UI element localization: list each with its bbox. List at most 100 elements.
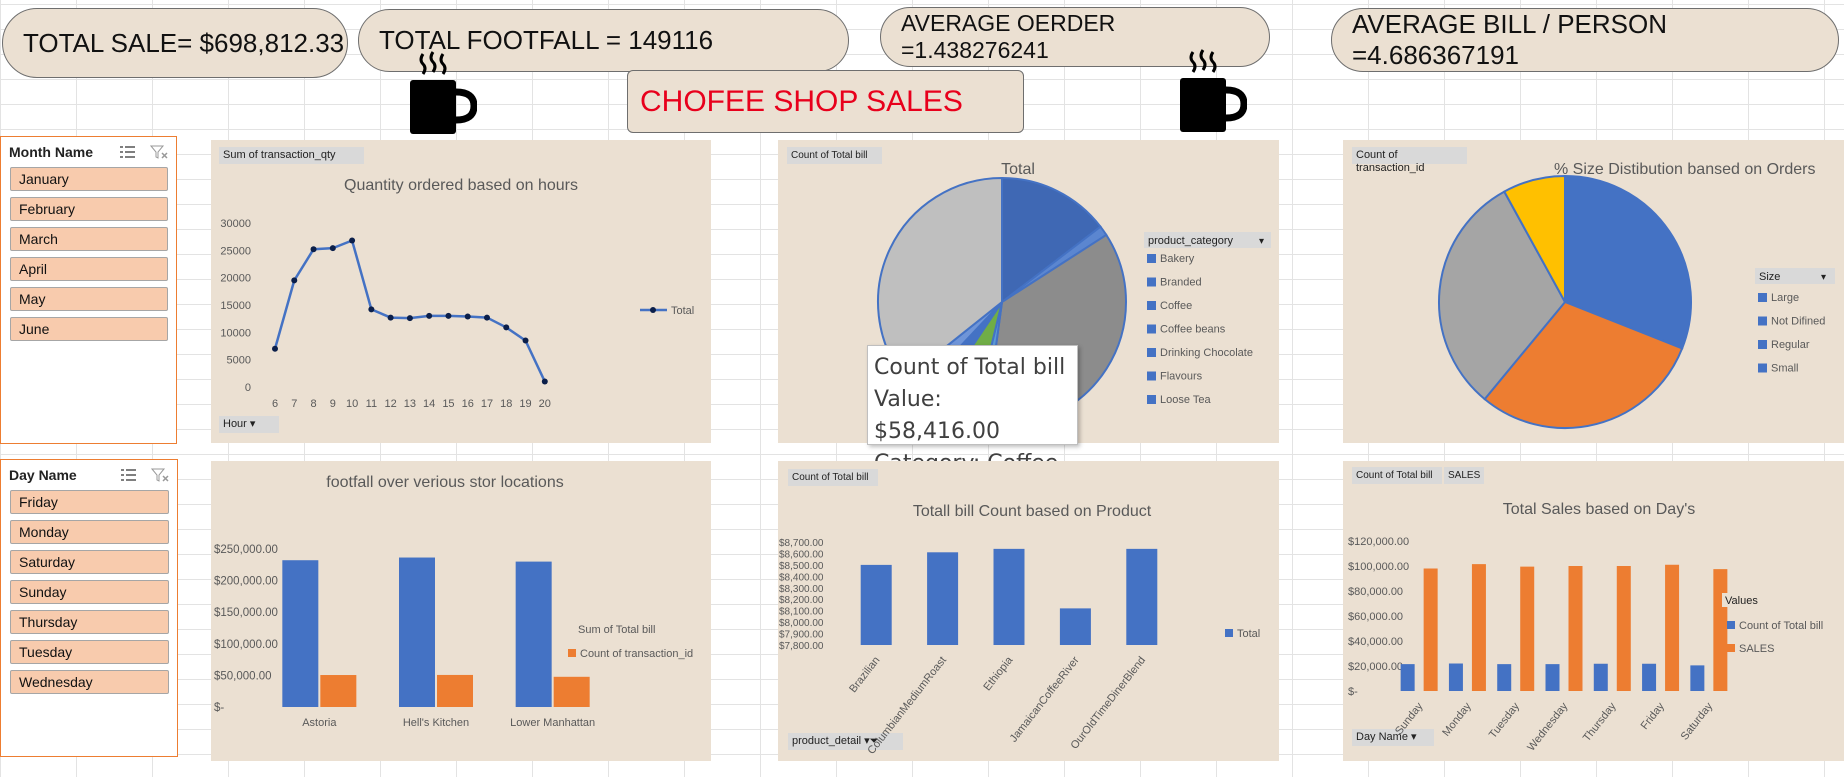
legend-marker [650,307,656,313]
legend-label: Count of Total bill [1739,620,1823,632]
slicer-item-monday[interactable]: Monday [10,520,169,544]
legend-label: Total [1237,628,1260,640]
data-point [464,313,471,320]
bar [1593,663,1608,691]
slicer-item-april[interactable]: April [10,257,168,281]
data-point [503,324,510,331]
legend-label: Loose Tea [1160,394,1211,406]
slicer-item-friday[interactable]: Friday [10,490,169,514]
bar [515,561,552,707]
x-tick-label: 18 [500,398,512,410]
x-tick-label: 11 [366,398,377,410]
bar [1642,663,1657,691]
day-slicer-header: Day Name [1,460,177,490]
slicer-item-thursday[interactable]: Thursday [10,610,169,634]
day-slicer[interactable]: Day Name Friday Monday Saturday Sunday T… [0,459,178,757]
data-point [541,378,548,385]
chart-title: footfall over verious stor locations [326,474,563,491]
y-tick-label: 5000 [227,355,251,367]
slicer-item-saturday[interactable]: Saturday [10,550,169,574]
coffee-mug-icon [1180,49,1247,132]
y-tick-label: 10000 [220,327,251,339]
bar [1448,663,1463,691]
hours-chart-panel[interactable]: Sum of transaction_qty Hour ▾ Quantity o… [211,140,711,443]
dashboard-title: CHOFEE SHOP SALES [627,70,1024,133]
y-tick-label: $60,000.00 [1348,611,1403,623]
legend-swatch [1727,621,1735,629]
month-slicer[interactable]: Month Name January February March April … [0,136,177,444]
x-tick-label: Astoria [302,717,337,729]
x-tick-label: 7 [291,398,297,410]
clear-filter-icon[interactable] [150,144,168,160]
day-slicer-title: Day Name [9,467,77,483]
bar [1665,564,1680,691]
legend-label: Large [1771,292,1799,304]
x-tick-label: Friday [1639,700,1668,732]
bar [860,564,892,645]
slicer-item-june[interactable]: June [10,317,168,341]
size-pie-panel[interactable]: Count of transaction_id % Size Distibuti… [1343,140,1844,443]
days-chart-panel[interactable]: Count of Total bill SALES Day Name ▾ Tot… [1343,461,1844,761]
data-point [368,306,375,313]
legend-title: Values [1725,595,1758,607]
month-slicer-title: Month Name [9,144,93,160]
slicer-item-tuesday[interactable]: Tuesday [10,640,169,664]
data-point [387,314,394,321]
slicer-item-march[interactable]: March [10,227,168,251]
bar [1616,566,1631,691]
y-tick-label: $150,000.00 [214,607,278,619]
legend-label: Regular [1771,339,1810,351]
days-bar-chart: Total Sales based on Day's $120,000.00 $10… [1348,501,1842,753]
legend-swatch [1147,254,1156,263]
bar [553,676,590,707]
data-point [349,237,356,244]
x-tick-label: OurOldTimeDinerBlend [1069,654,1149,751]
y-tick-label: $8,400.00 [779,572,824,583]
bar [1059,608,1091,645]
x-tick-label: Lower Manhattan [510,717,595,729]
x-tick-label: 16 [462,398,474,410]
products-chart-panel[interactable]: Count of Total bill product_detail ▾⏷ To… [778,461,1279,761]
slicer-item-january[interactable]: January [10,167,168,191]
y-tick-label: 20000 [220,273,251,285]
total-sale-kpi: TOTAL SALE= $698,812.33 [2,8,348,78]
products-bar-chart: Totall bill Count based on Product $8,700… [779,503,1260,757]
legend-label: Sum of Total bill [578,624,655,636]
data-point [483,314,490,321]
hours-line-chart: Quantity ordered based on hours 30000 2500… [220,177,694,410]
dashboard-title-text: CHOFEE SHOP SALES [640,84,963,118]
bar [1690,665,1705,691]
legend-swatch [1147,395,1156,404]
legend-label: Small [1771,363,1799,375]
data-point [291,277,298,284]
chart-title: Totall bill Count based on Product [913,503,1152,520]
bar [320,675,357,707]
category-pie-panel[interactable]: Count of Total bill Total product_categor… [778,140,1279,476]
data-point [272,345,278,352]
total-sale-text: TOTAL SALE= $698,812.33 [23,27,345,58]
slicer-item-may[interactable]: May [10,287,168,311]
slicer-item-february[interactable]: February [10,197,168,221]
multi-select-icon[interactable] [119,467,137,483]
multi-select-icon[interactable] [118,144,136,160]
bar [1713,569,1728,691]
size-pie-chart: % Size Distibution bansed on Orders Size ▾… [1438,161,1835,429]
slicer-item-sunday[interactable]: Sunday [10,580,169,604]
x-tick-label: 10 [346,398,358,410]
legend-label: Flavours [1160,371,1203,383]
locations-chart-panel[interactable]: footfall over verious stor locations $250… [211,461,711,761]
y-tick-label: $7,900.00 [779,630,824,641]
average-bill-text: AVERAGE BILL / PERSON =4.686367191 [1352,9,1667,70]
slicer-item-wednesday[interactable]: Wednesday [10,670,169,694]
legend-title: Size [1759,271,1780,283]
x-tick-label: Brazilian [847,654,882,695]
coffee-mug-icon [410,51,477,134]
legend-label: Coffee [1160,300,1192,312]
y-tick-label: $80,000.00 [1348,586,1403,598]
legend-swatch [568,649,576,657]
y-tick-label: $200,000.00 [214,576,278,588]
clear-filter-icon[interactable] [151,467,169,483]
y-tick-label: $8,300.00 [779,584,824,595]
legend-swatch [1147,277,1156,287]
month-slicer-header: Month Name [1,137,176,167]
